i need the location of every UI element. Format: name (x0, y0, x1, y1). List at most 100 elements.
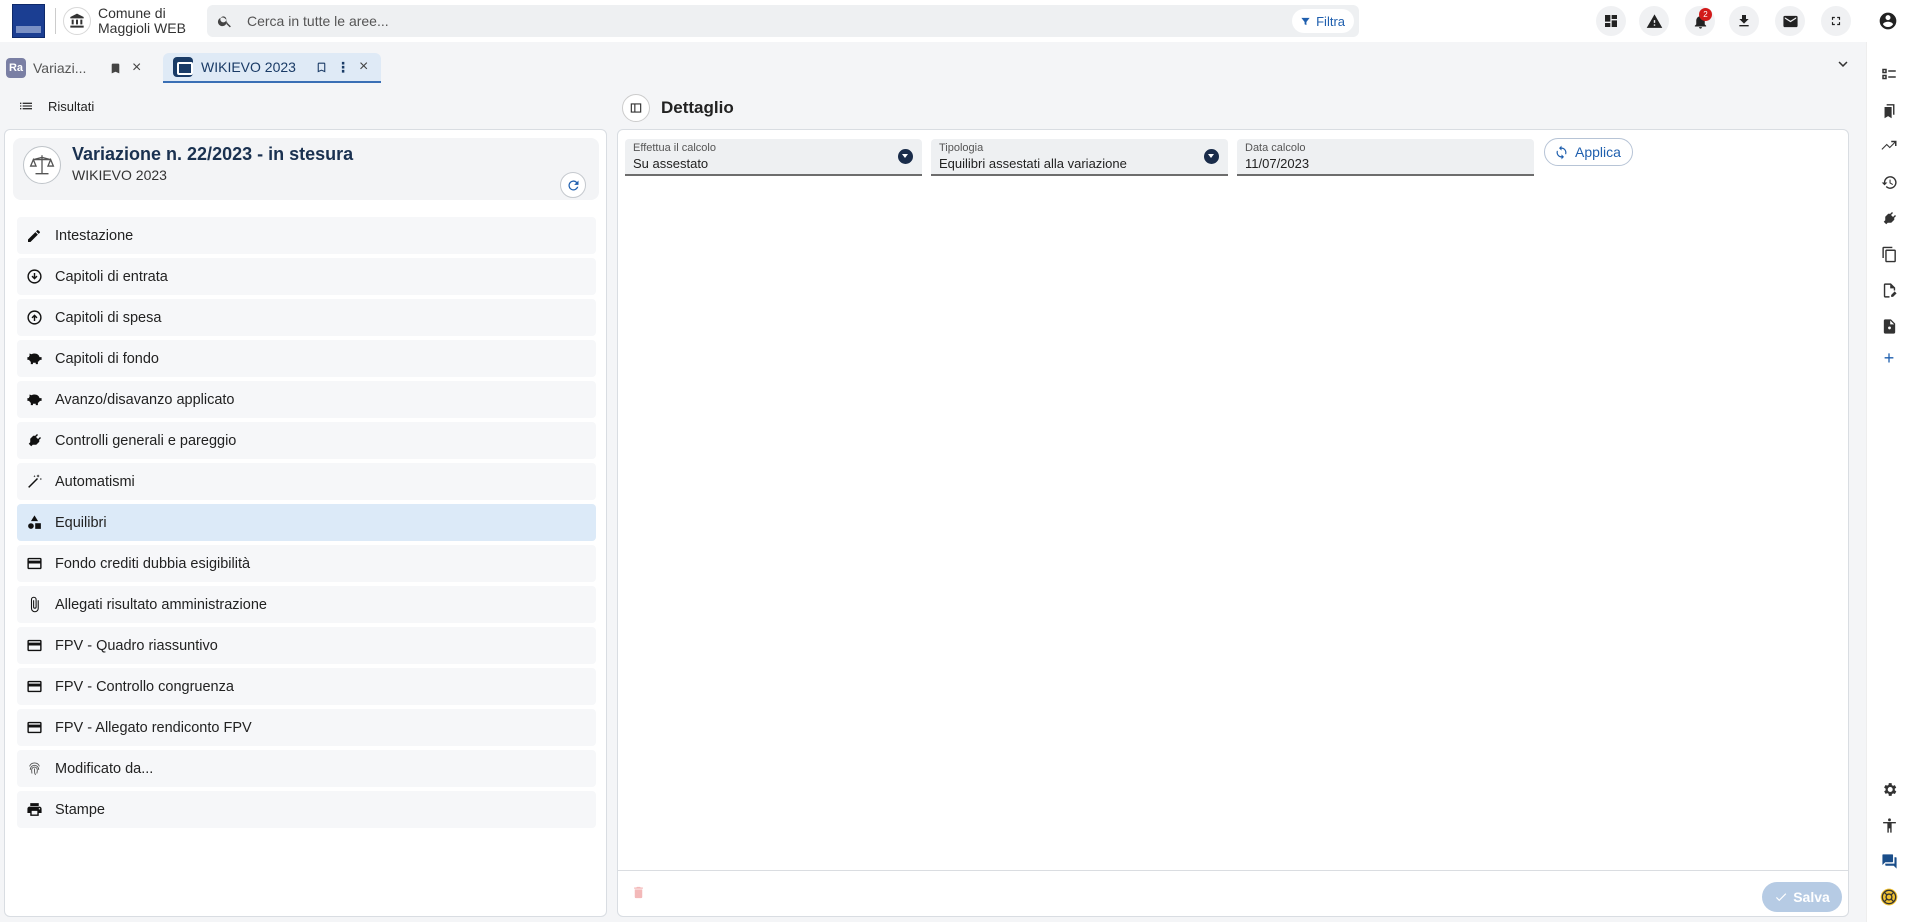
document-edit-icon[interactable] (1878, 279, 1900, 301)
tab-bar: Ra Variazi... × WIKIEVO 2023 ⋮ × (0, 50, 1866, 84)
download-icon[interactable] (1729, 6, 1759, 36)
detail-panel: Effettua il calcolo Su assestato Tipolog… (617, 129, 1849, 917)
plug-icon[interactable] (1878, 207, 1900, 229)
tab-wikievo[interactable]: WIKIEVO 2023 ⋮ × (163, 53, 381, 83)
accessibility-icon[interactable] (1878, 814, 1900, 836)
sidebar-toggle-icon[interactable] (622, 94, 650, 122)
maggioli-logo[interactable] (12, 4, 45, 38)
close-tab-icon[interactable]: × (132, 59, 141, 77)
applica-label: Applica (1575, 144, 1621, 160)
pencil-icon (25, 227, 43, 245)
copy-icon[interactable] (1878, 243, 1900, 265)
menu-item-stampe[interactable]: Stampe (17, 791, 596, 828)
menu-item-modificato-da[interactable]: Modificato da... (17, 750, 596, 787)
record-subtitle: WIKIEVO 2023 (72, 167, 167, 183)
menu-item-capitoli-fondo[interactable]: Capitoli di fondo (17, 340, 596, 377)
record-header-card: Variazione n. 22/2023 - in stesura WIKIE… (13, 138, 599, 200)
menu-item-equilibri[interactable]: Equilibri (17, 504, 596, 541)
shapes-icon (25, 514, 43, 532)
header-divider (55, 8, 56, 34)
menu-item-automatismi[interactable]: Automatismi (17, 463, 596, 500)
piggy-bank-icon (25, 391, 43, 409)
detail-title: Dettaglio (661, 98, 734, 117)
close-tab-icon[interactable]: × (359, 58, 368, 76)
menu-item-label: Fondo crediti dubbia esigibilità (55, 555, 251, 572)
menu-item-label: Capitoli di entrata (55, 268, 168, 285)
account-icon[interactable] (1873, 6, 1903, 36)
dropdown-arrow-icon[interactable] (898, 149, 913, 164)
menu-item-allegati-risultato[interactable]: Allegati risultato amministrazione (17, 586, 596, 623)
menu-item-fpv-quadro[interactable]: FPV - Quadro riassuntivo (17, 627, 596, 664)
menu-item-label: Capitoli di spesa (55, 309, 162, 326)
menu-item-capitoli-entrata[interactable]: Capitoli di entrata (17, 258, 596, 295)
menu-item-label: FPV - Quadro riassuntivo (55, 637, 218, 654)
bookmark-icon[interactable] (109, 62, 122, 75)
dropdown-arrow-icon[interactable] (1204, 149, 1219, 164)
delete-icon[interactable] (631, 885, 646, 903)
effettua-calcolo-select[interactable]: Effettua il calcolo Su assestato (625, 139, 922, 176)
trending-icon[interactable] (1878, 135, 1900, 157)
menu-item-label: FPV - Allegato rendiconto FPV (55, 719, 252, 736)
refresh-button[interactable] (560, 172, 586, 198)
menu-item-fpv-controllo[interactable]: FPV - Controllo congruenza (17, 668, 596, 705)
menu-item-capitoli-spesa[interactable]: Capitoli di spesa (17, 299, 596, 336)
field-label: Effettua il calcolo (633, 142, 716, 154)
piggy-bank-icon (25, 350, 43, 368)
search-input[interactable] (247, 5, 1047, 37)
settings-icon[interactable] (1878, 778, 1900, 800)
tab-variazioni[interactable]: Ra Variazi... × (6, 53, 156, 83)
history-icon[interactable] (1878, 171, 1900, 193)
detail-header: Dettaglio (622, 94, 734, 122)
add-icon[interactable]: + (1878, 347, 1900, 369)
filter-button[interactable]: Filtra (1292, 9, 1354, 33)
menu-item-intestazione[interactable]: Intestazione (17, 217, 596, 254)
record-title: Variazione n. 22/2023 - in stesura (72, 144, 354, 164)
help-lifebuoy-icon[interactable] (1878, 886, 1900, 908)
field-label: Data calcolo (1245, 142, 1306, 154)
menu-item-controlli-generali[interactable]: Controlli generali e pareggio (17, 422, 596, 459)
checklist-icon[interactable] (1878, 63, 1900, 85)
document-lock-icon[interactable] (1878, 315, 1900, 337)
menu-item-label: Avanzo/disavanzo applicato (55, 391, 235, 408)
app-name: Comune di Maggioli WEB (98, 6, 198, 36)
data-calcolo-field[interactable]: Data calcolo 11/07/2023 (1237, 139, 1534, 176)
notifications-icon[interactable]: 2 (1685, 6, 1715, 36)
dashboard-icon[interactable] (1596, 6, 1626, 36)
fullscreen-icon[interactable] (1821, 6, 1851, 36)
app-name-line1: Comune di (98, 5, 166, 21)
results-panel: Variazione n. 22/2023 - in stesura WIKIE… (4, 129, 607, 917)
global-search: Filtra (207, 5, 1359, 37)
menu-item-fondo-crediti[interactable]: Fondo crediti dubbia esigibilità (17, 545, 596, 582)
menu-item-fpv-allegato[interactable]: FPV - Allegato rendiconto FPV (17, 709, 596, 746)
save-button[interactable]: Salva (1762, 882, 1842, 912)
tipologia-select[interactable]: Tipologia Equilibri assestati alla varia… (931, 139, 1228, 176)
bookmark-outline-icon[interactable] (315, 61, 328, 74)
list-icon[interactable] (18, 98, 34, 114)
results-header: Risultati (18, 98, 94, 114)
right-rail: + (1866, 42, 1910, 922)
filter-label: Filtra (1316, 13, 1345, 29)
paperclip-icon (25, 596, 43, 614)
results-title: Risultati (48, 98, 95, 114)
chat-icon[interactable] (1878, 850, 1900, 872)
chevron-down-icon[interactable] (1834, 55, 1852, 76)
applica-button[interactable]: Applica (1544, 138, 1633, 166)
arrow-up-circle-icon (25, 309, 43, 327)
bank-icon[interactable] (63, 7, 91, 35)
bookmarks-icon[interactable] (1878, 99, 1900, 121)
menu-item-avanzo-disavanzo[interactable]: Avanzo/disavanzo applicato (17, 381, 596, 418)
more-vert-icon[interactable]: ⋮ (336, 59, 350, 76)
app-name-line2: Maggioli WEB (98, 20, 186, 36)
footer-divider (618, 870, 1848, 871)
fingerprint-icon (25, 760, 43, 778)
menu-item-label: Controlli generali e pareggio (55, 432, 237, 449)
credit-card-icon (25, 637, 43, 655)
menu-item-label: FPV - Controllo congruenza (55, 678, 234, 695)
credit-card-icon (25, 719, 43, 737)
filter-icon (1301, 17, 1310, 25)
mail-icon[interactable] (1775, 6, 1805, 36)
notifications-badge: 2 (1699, 8, 1712, 21)
warning-icon[interactable] (1639, 6, 1669, 36)
plug-icon (25, 432, 43, 450)
check-icon (1776, 893, 1787, 902)
